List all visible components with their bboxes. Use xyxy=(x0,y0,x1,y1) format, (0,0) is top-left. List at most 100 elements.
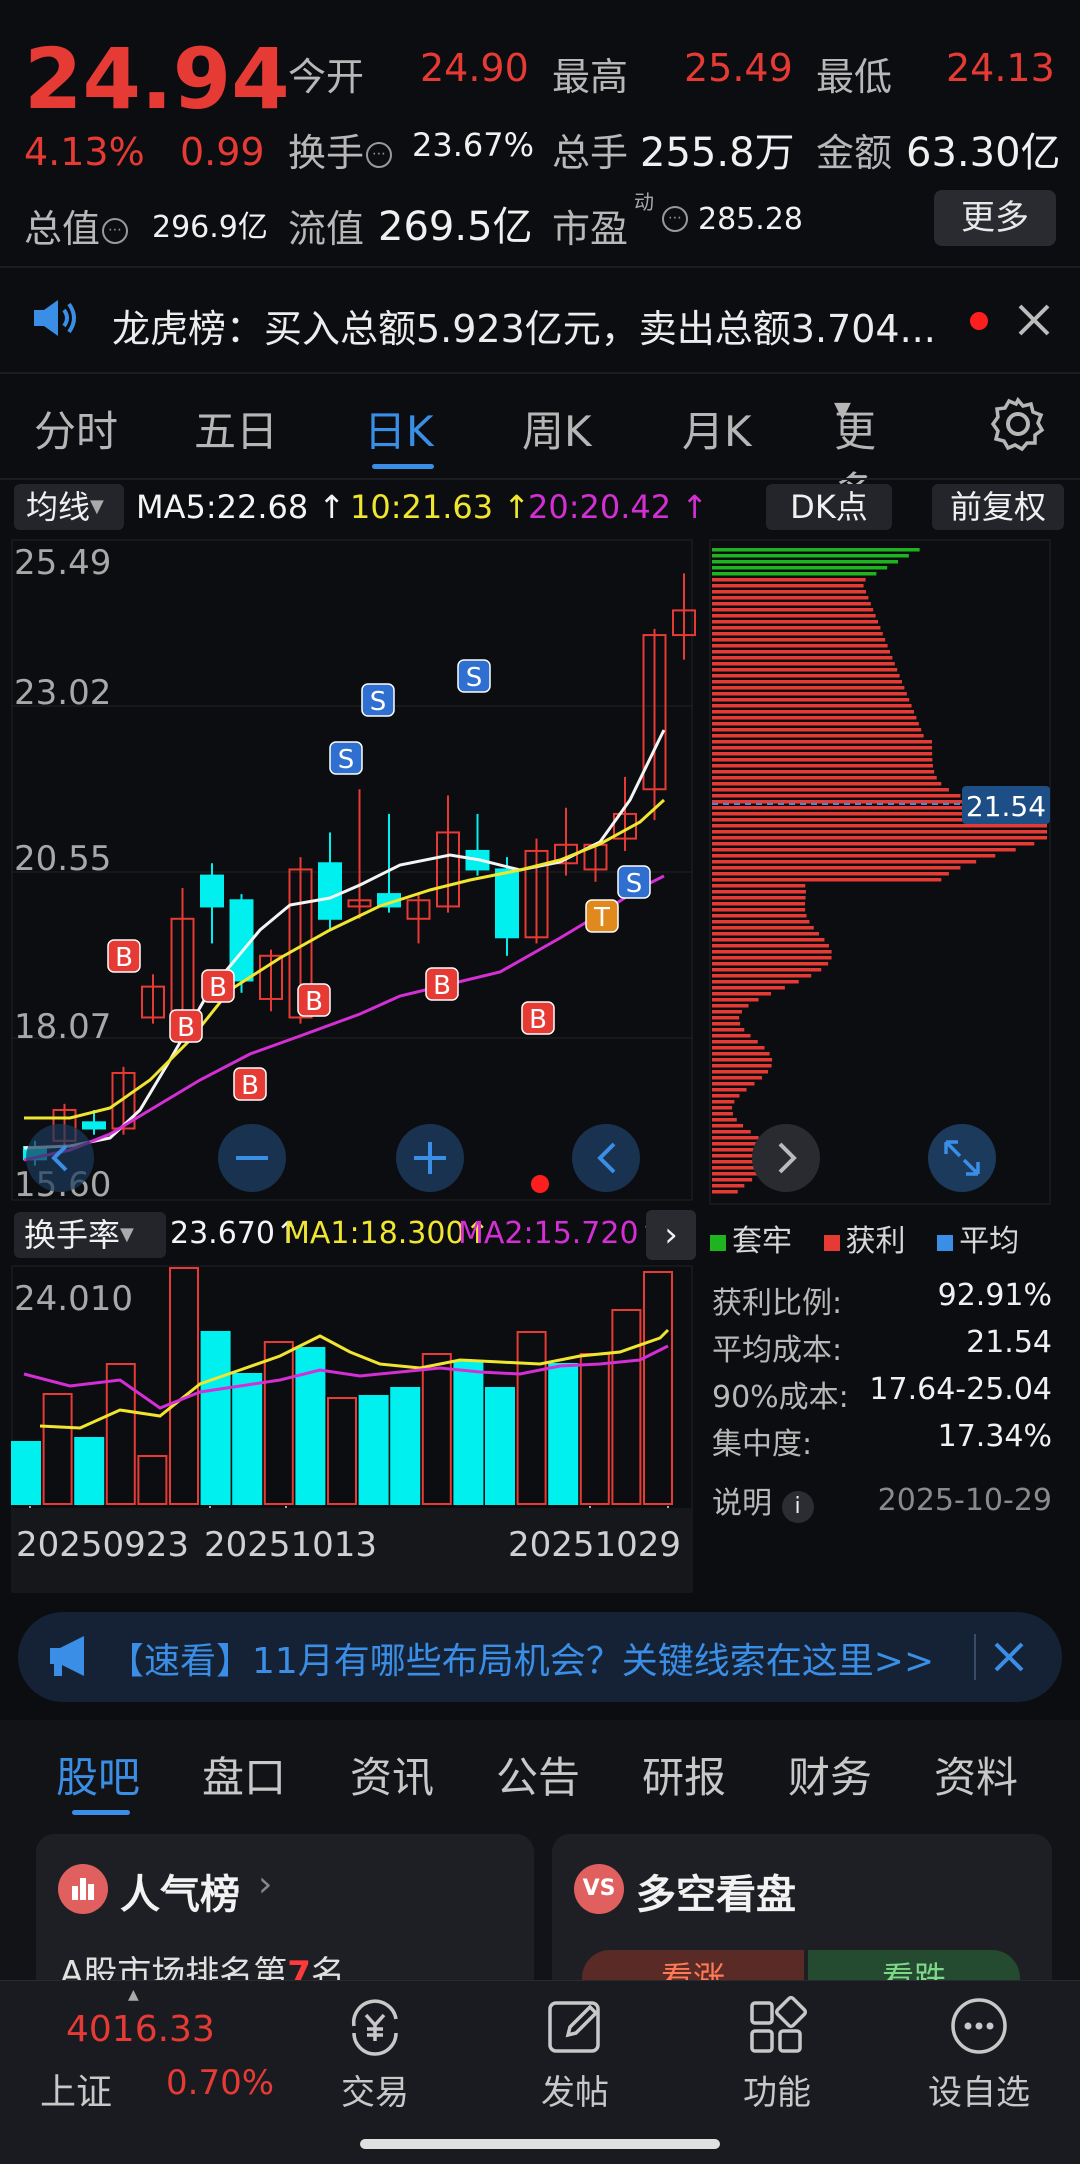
stat-value: 92.91% xyxy=(937,1278,1052,1313)
gear-icon[interactable] xyxy=(990,396,1046,452)
compose-icon[interactable] xyxy=(544,1995,606,2057)
chip-bar xyxy=(712,752,933,756)
chip-bar xyxy=(712,584,864,588)
index-name[interactable]: 上证 xyxy=(40,2063,112,2115)
turnover-dropdown-label: 换手率 xyxy=(24,1216,121,1254)
tab-news[interactable]: 资讯 xyxy=(350,1744,434,1805)
notice-bar[interactable]: 龙虎榜：买入总额5.923亿元，卖出总额3.704... xyxy=(0,268,1080,372)
tab-daily-k[interactable]: 日K xyxy=(364,398,434,459)
chip-bar xyxy=(712,1058,773,1062)
chip-bar xyxy=(712,764,933,768)
index-pct[interactable]: 0.70% xyxy=(166,2063,274,2103)
nav-watchlist[interactable]: 设自选 xyxy=(904,2065,1054,2114)
long-short-card[interactable]: VS 多空看盘 看涨 看跌 xyxy=(552,1834,1052,2004)
turnover-value: 23.67% xyxy=(412,126,535,164)
tab-monthly-k[interactable]: 月K xyxy=(682,398,752,459)
chip-bar xyxy=(712,746,933,750)
trade-icon[interactable] xyxy=(342,1993,408,2059)
promo-banner[interactable]: 【速看】11月有哪些布局机会？关键线索在这里>> xyxy=(18,1612,1062,1702)
signal-letter: S xyxy=(370,687,387,717)
close-icon[interactable] xyxy=(1016,302,1052,338)
chip-bar xyxy=(712,1022,741,1026)
tab-guba[interactable]: 股吧 xyxy=(56,1744,140,1805)
chip-bar xyxy=(712,1076,763,1080)
nav-functions[interactable]: 功能 xyxy=(702,2065,852,2114)
mktcap-label-text: 总值 xyxy=(24,207,101,251)
info-icon: i xyxy=(781,1490,814,1523)
info-icon[interactable]: ⋯ xyxy=(662,206,688,232)
tab-five-day[interactable]: 五日 xyxy=(194,398,278,459)
chip-bar xyxy=(712,848,1016,852)
signal-letter: B xyxy=(177,1013,195,1043)
close-icon[interactable] xyxy=(992,1640,1026,1674)
chip-bar xyxy=(712,710,914,714)
chevron-right-icon[interactable]: › xyxy=(646,1210,696,1260)
nav-post[interactable]: 发帖 xyxy=(500,2065,650,2114)
tab-profile[interactable]: 资料 xyxy=(934,1744,1018,1805)
chip-bar xyxy=(712,578,866,582)
chip-bar xyxy=(712,914,807,918)
chip-bar xyxy=(712,602,871,606)
scroll-far-left-button[interactable] xyxy=(26,1124,94,1192)
ma-dropdown[interactable]: 均线▼ xyxy=(14,484,124,530)
tab-research[interactable]: 研报 xyxy=(642,1744,726,1805)
next-button[interactable] xyxy=(752,1124,820,1192)
tab-active-indicator xyxy=(372,464,434,469)
index-value[interactable]: 4016.33 xyxy=(66,2009,215,2050)
explain-button[interactable]: 说明 i xyxy=(712,1478,814,1523)
pe-value: 285.28 xyxy=(698,202,803,237)
dk-point-dropdown[interactable]: DK点 xyxy=(766,484,892,530)
vs-icon: VS xyxy=(574,1864,624,1914)
explain-label: 说明 xyxy=(712,1485,772,1521)
kline-chart[interactable]: BBBBBBBSSSST 25.49 23.02 20.55 18.07 15.… xyxy=(0,536,700,1212)
chip-bar xyxy=(712,968,822,972)
adjust-dropdown[interactable]: 前复权 xyxy=(932,484,1064,530)
zoom-out-button[interactable] xyxy=(218,1124,286,1192)
nav-trade[interactable]: 交易 xyxy=(300,2065,450,2114)
stat-label: 平均成本: xyxy=(712,1333,843,1368)
chip-bar xyxy=(712,776,937,780)
tab-announcements[interactable]: 公告 xyxy=(496,1744,580,1805)
popularity-card[interactable]: 人气榜 › A股市场排名第7名 xyxy=(36,1834,534,2004)
tab-pankou[interactable]: 盘口 xyxy=(202,1744,286,1805)
chip-bar xyxy=(712,662,895,666)
chip-bar xyxy=(712,1052,770,1056)
signal-letter: B xyxy=(529,1005,547,1035)
chip-bar xyxy=(712,944,829,948)
home-indicator xyxy=(360,2139,720,2149)
turnover-current: 23.670↑ xyxy=(170,1216,301,1251)
chip-bar xyxy=(712,716,917,720)
turnover-bar xyxy=(453,1361,484,1505)
info-icon[interactable]: ⋯ xyxy=(366,142,393,168)
pe-label: 市盈 xyxy=(552,207,629,251)
turnover-bar xyxy=(390,1387,421,1505)
promo-text: 【速看】11月有哪些布局机会？关键线索在这里>> xyxy=(108,1641,935,1682)
chip-bar xyxy=(712,866,961,870)
mktcap-value: 296.9亿 xyxy=(152,210,268,245)
functions-icon[interactable] xyxy=(746,1995,808,2057)
explain-row: 说明 i 2025-10-29 xyxy=(712,1472,1052,1528)
chip-bar xyxy=(712,1100,735,1104)
chip-bar xyxy=(712,1106,733,1110)
chip-distribution-chart: 21.54 xyxy=(709,539,1051,1205)
info-icon[interactable]: ⋯ xyxy=(102,218,129,244)
scroll-left-button[interactable] xyxy=(572,1124,640,1192)
candle-body xyxy=(495,868,519,939)
ma5-value: MA5:22.68 ↑ xyxy=(136,488,346,526)
amount-value: 63.30亿 xyxy=(906,130,1061,176)
turnover-dropdown[interactable]: 换手率▼ xyxy=(14,1212,166,1258)
expand-button[interactable] xyxy=(928,1124,996,1192)
cards-area: 人气榜 › A股市场排名第7名 VS 多空看盘 看涨 看跌 xyxy=(0,1824,1080,2004)
chip-bar xyxy=(712,1016,740,1020)
turnover-axis-top: 24.010 xyxy=(14,1279,133,1319)
more-dots-icon[interactable] xyxy=(948,1995,1010,2057)
zoom-in-button[interactable] xyxy=(396,1124,464,1192)
more-button[interactable]: 更多 xyxy=(934,190,1056,246)
legend-average: 平均 xyxy=(959,1224,1020,1259)
tab-finance[interactable]: 财务 xyxy=(788,1744,872,1805)
tab-intraday[interactable]: 分时 xyxy=(34,398,118,459)
tab-weekly-k[interactable]: 周K xyxy=(522,398,592,459)
long-short-title: 多空看盘 xyxy=(636,1872,796,1918)
caret-up-icon: ▲ xyxy=(128,1987,139,2003)
chip-bar xyxy=(712,842,1035,846)
